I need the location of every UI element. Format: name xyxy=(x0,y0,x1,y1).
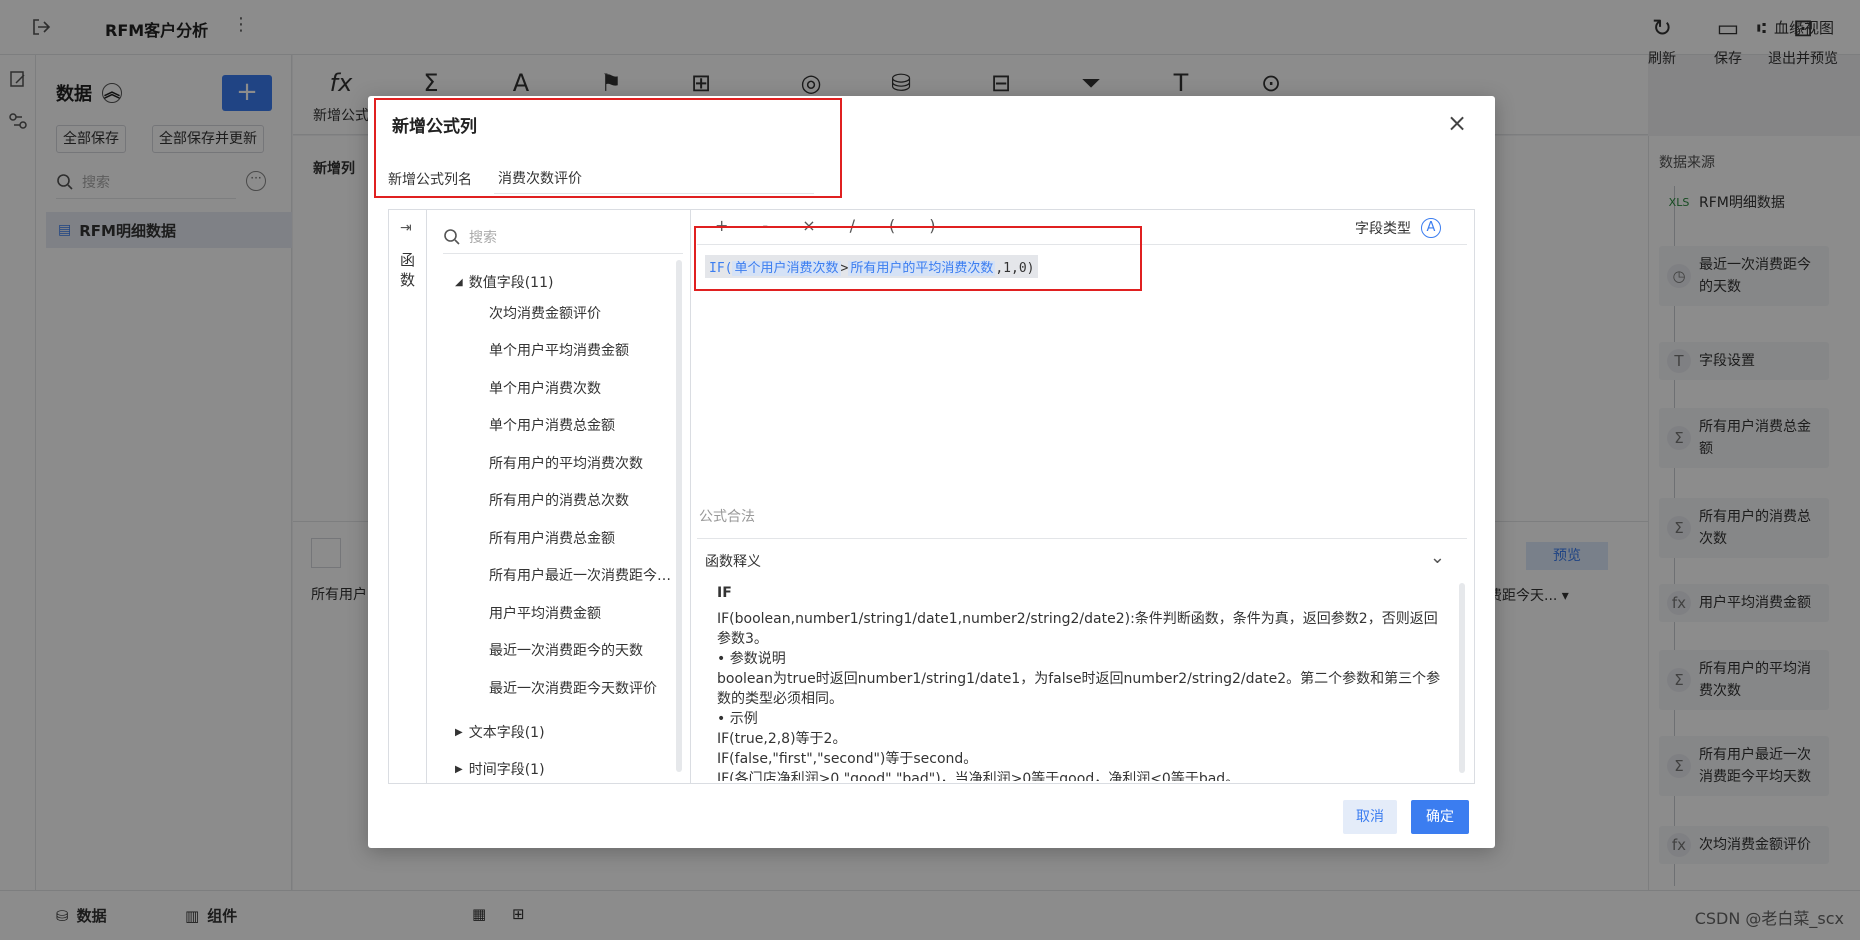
formula-editor: ⇥ 函数 搜索 ◢ 数值字段(11) 次均消费金额评价 单个用户平均消费金额 单个… xyxy=(388,209,1475,784)
field-item[interactable]: 次均消费金额评价 xyxy=(489,303,679,323)
function-tab[interactable]: 函数 xyxy=(400,250,418,290)
op-divide[interactable]: / xyxy=(850,216,855,235)
caret-right-icon: ▶ xyxy=(455,763,463,775)
field-item[interactable]: 所有用户消费总金额 xyxy=(489,528,679,548)
confirm-button[interactable]: 确定 xyxy=(1411,800,1469,834)
op-lparen[interactable]: ( xyxy=(889,216,895,235)
field-item[interactable]: 所有用户最近一次消费距今平均天数 xyxy=(489,565,679,585)
formula-input[interactable]: IF(单个用户消费次数 > 所有用户的平均消费次数 ,1,0) xyxy=(697,244,1467,520)
function-description-title: 函数释义 xyxy=(705,554,761,570)
text-type-icon: A xyxy=(1421,218,1441,238)
function-description-body: IF IF(boolean,number1/string1/date1,numb… xyxy=(717,583,1447,781)
field-search[interactable]: 搜索 xyxy=(443,220,683,254)
formula-area: + - × / () 字段类型 A IF(单个用户消费次数 > 所有用户的平均消费次数 ,1,… xyxy=(691,210,1475,783)
function-rail: ⇥ 函数 xyxy=(389,210,427,783)
formula-field-token[interactable]: 单个用户消费次数 xyxy=(732,261,841,276)
field-item[interactable]: 所有用户的平均消费次数 xyxy=(489,453,679,473)
op-minus[interactable]: - xyxy=(762,216,768,235)
add-formula-dialog: 新增公式列 × 新增公式列名 ⇥ 函数 搜索 ◢数值字段(11) 次均消费金额评… xyxy=(368,96,1495,848)
operator-bar: + - × / () xyxy=(715,216,969,235)
field-item[interactable]: 单个用户消费次数 xyxy=(489,378,679,398)
formula-code: IF(单个用户消费次数 > 所有用户的平均消费次数 ,1,0) xyxy=(705,255,1039,278)
field-item[interactable]: 单个用户平均消费金额 xyxy=(489,340,679,360)
group-text[interactable]: ▶ 文本字段(1) xyxy=(455,722,545,742)
field-panel: 搜索 ◢ 数值字段(11) 次均消费金额评价 单个用户平均消费金额 单个用户消费次… xyxy=(427,210,691,783)
search-icon xyxy=(444,228,460,245)
column-name-input[interactable] xyxy=(494,162,814,194)
field-item[interactable]: 用户平均消费金额 xyxy=(489,603,679,623)
field-item[interactable]: 最近一次消费距今天数评价 xyxy=(489,678,679,698)
field-type-selector[interactable]: 字段类型 A xyxy=(1355,218,1441,238)
dialog-title: 新增公式列 xyxy=(392,117,477,137)
field-item[interactable]: 最近一次消费距今的天数 xyxy=(489,640,679,660)
caret-down-icon: ◢ xyxy=(455,276,463,288)
function-name: IF xyxy=(717,585,732,601)
cancel-button[interactable]: 取消 xyxy=(1343,800,1397,834)
chevron-down-icon[interactable]: ⌄ xyxy=(1430,547,1445,568)
expand-icon[interactable]: ⇥ xyxy=(400,220,412,236)
column-name-label: 新增公式列名 xyxy=(388,172,472,188)
group-time[interactable]: ▶ 时间字段(1) xyxy=(455,759,545,779)
op-plus[interactable]: + xyxy=(715,216,728,235)
field-item[interactable]: 所有用户的消费总次数 xyxy=(489,490,679,510)
close-icon[interactable]: × xyxy=(1445,111,1469,136)
op-rparen[interactable]: ) xyxy=(929,216,935,235)
field-item[interactable]: 单个用户消费总金额 xyxy=(489,415,679,435)
group-numeric[interactable]: ◢ 数值字段(11) xyxy=(455,272,553,292)
function-description: 函数释义 ⌄ IF IF(boolean,number1/string1/dat… xyxy=(697,538,1467,781)
description-scrollbar[interactable] xyxy=(1459,583,1465,773)
caret-right-icon: ▶ xyxy=(455,726,463,738)
formula-field-token[interactable]: 所有用户的平均消费次数 xyxy=(848,261,996,276)
op-multiply[interactable]: × xyxy=(802,216,815,235)
formula-valid-status: 公式合法 xyxy=(699,509,755,525)
